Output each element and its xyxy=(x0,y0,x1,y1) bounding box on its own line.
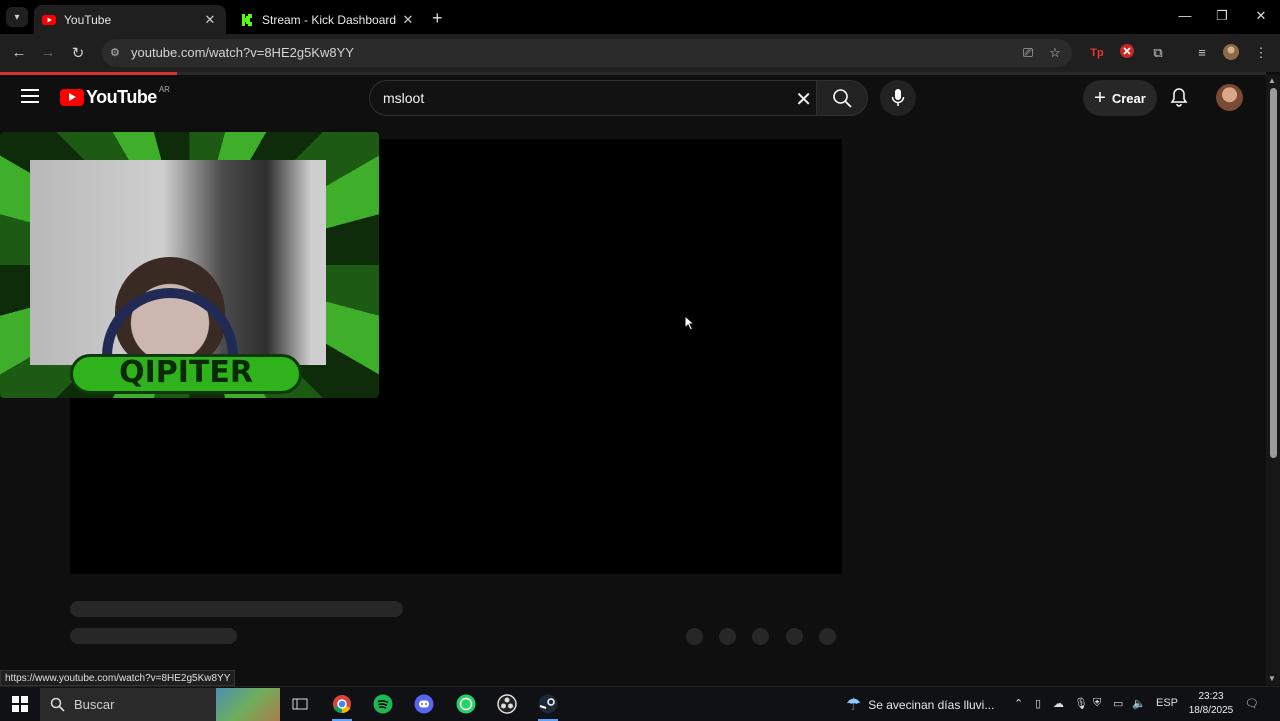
extension-block-icon[interactable] xyxy=(1118,44,1136,62)
windows-taskbar: Buscar ☂ Se avecinan días lluvi... ⌃ ▯ ☁… xyxy=(0,686,1280,721)
youtube-favicon-icon xyxy=(42,13,56,27)
profile-avatar-icon[interactable] xyxy=(1222,44,1240,62)
obs-taskbar-icon[interactable] xyxy=(494,692,520,716)
microphone-icon xyxy=(891,89,905,106)
scrollbar-thumb[interactable] xyxy=(1270,88,1277,458)
browser-toolbar: ← → ↻ ⚙ youtube.com/watch?v=8HE2g5Kw8YY … xyxy=(0,34,1280,72)
weather-widget[interactable]: ☂ Se avecinan días lluvi... xyxy=(846,695,994,715)
maximize-icon[interactable]: ❐ xyxy=(1212,8,1232,24)
logo-text: YouTube xyxy=(86,87,157,107)
task-view-icon[interactable] xyxy=(287,692,313,716)
account-avatar[interactable] xyxy=(1216,84,1243,111)
action-skeleton xyxy=(786,628,803,645)
tab-youtube[interactable]: YouTube ✕ xyxy=(34,5,226,34)
webcam-overlay: QIPITER xyxy=(0,132,379,398)
clock-date: 18/8/2025 xyxy=(1188,705,1234,716)
bookmark-star-icon[interactable]: ☆ xyxy=(1046,44,1064,62)
tab-kick-dashboard[interactable]: Stream - Kick Dashboard ✕ xyxy=(232,5,424,34)
create-label: Crear xyxy=(1111,90,1146,106)
kick-favicon-icon xyxy=(240,13,254,27)
reload-icon[interactable]: ↻ xyxy=(69,44,87,62)
youtube-header: YouTube AR msloot ✕ + Crear xyxy=(0,75,1266,120)
onedrive-icon[interactable]: ☁ xyxy=(1053,697,1064,710)
clear-search-icon[interactable]: ✕ xyxy=(795,87,812,112)
browser-tab-strip: ▾ YouTube ✕ Stream - Kick Dashboard ✕ + … xyxy=(0,0,1280,34)
search-highlight-image xyxy=(216,688,280,721)
device-tray-icon[interactable]: ▯ xyxy=(1035,697,1041,710)
extensions-puzzle-icon[interactable]: ⧉ xyxy=(1149,44,1167,62)
minimize-icon[interactable]: — xyxy=(1175,8,1195,23)
language-indicator[interactable]: ESP xyxy=(1156,697,1178,709)
tab-label: Stream - Kick Dashboard xyxy=(262,12,397,27)
create-button[interactable]: + Crear xyxy=(1083,80,1157,116)
steam-taskbar-icon[interactable] xyxy=(535,692,561,721)
network-icon[interactable]: ▭ xyxy=(1113,697,1123,710)
back-arrow-icon[interactable]: ← xyxy=(10,44,28,61)
extension-tp-icon[interactable]: Tp xyxy=(1088,44,1106,62)
address-bar[interactable]: ⚙ youtube.com/watch?v=8HE2g5Kw8YY xyxy=(102,39,1072,67)
new-tab-plus-icon[interactable]: + xyxy=(432,8,443,29)
media-control-icon[interactable]: ≡ xyxy=(1193,44,1211,62)
youtube-play-icon xyxy=(60,89,84,106)
tab-label: YouTube xyxy=(64,12,112,27)
country-code: AR xyxy=(158,85,170,94)
security-tray-icon[interactable]: ⛨ xyxy=(1093,697,1101,710)
volume-icon[interactable]: 🔈 xyxy=(1132,697,1146,710)
overlay-brand-text: QIPITER xyxy=(70,354,302,394)
mouse-cursor-icon xyxy=(684,315,696,331)
search-icon xyxy=(833,89,852,108)
status-bar-url: https://www.youtube.com/watch?v=8HE2g5Kw… xyxy=(0,670,236,686)
site-info-icon[interactable]: ⚙ xyxy=(110,46,120,59)
scroll-down-arrow-icon[interactable]: ▼ xyxy=(1268,674,1276,683)
youtube-logo[interactable]: YouTube AR xyxy=(60,85,170,108)
weather-text: Se avecinan días lluvi... xyxy=(868,698,995,712)
title-skeleton xyxy=(70,601,403,617)
close-tab-icon[interactable]: ✕ xyxy=(400,12,416,28)
action-skeleton xyxy=(819,628,836,645)
umbrella-icon: ☂ xyxy=(846,695,862,714)
search-query: msloot xyxy=(383,90,425,106)
scroll-up-arrow-icon[interactable]: ▲ xyxy=(1268,76,1276,85)
browser-menu-icon[interactable]: ⋮ xyxy=(1252,44,1270,62)
close-tab-icon[interactable]: ✕ xyxy=(202,12,218,28)
search-icon xyxy=(50,697,65,712)
action-skeleton xyxy=(686,628,703,645)
clock-time: 23:23 xyxy=(1198,691,1224,702)
plus-icon: + xyxy=(1094,86,1106,109)
discord-taskbar-icon[interactable] xyxy=(411,692,437,716)
voice-search-button[interactable] xyxy=(880,80,916,116)
clock[interactable]: 23:23 18/8/2025 xyxy=(1186,690,1236,718)
show-hidden-icons-chevron-icon[interactable]: ⌃ xyxy=(1014,697,1023,710)
whatsapp-taskbar-icon[interactable] xyxy=(453,692,479,716)
action-skeleton xyxy=(719,628,736,645)
search-input[interactable]: msloot ✕ xyxy=(369,80,821,116)
microphone-tray-icon[interactable]: 🎙 xyxy=(1074,697,1088,710)
close-window-icon[interactable]: ✕ xyxy=(1251,8,1271,24)
notifications-icon[interactable]: 🗨 xyxy=(1245,697,1259,710)
webcam-feed xyxy=(30,160,326,368)
notifications-bell-icon[interactable] xyxy=(1170,87,1188,112)
search-button[interactable] xyxy=(816,80,868,116)
windows-start-icon[interactable] xyxy=(7,692,33,716)
taskbar-search[interactable]: Buscar xyxy=(40,688,280,721)
spotify-taskbar-icon[interactable] xyxy=(370,692,396,716)
action-skeleton xyxy=(752,628,769,645)
taskbar-search-placeholder: Buscar xyxy=(74,697,115,712)
chrome-taskbar-icon[interactable] xyxy=(329,692,355,721)
install-app-icon[interactable]: ⎚ xyxy=(1019,44,1037,62)
guide-menu-icon[interactable] xyxy=(21,89,39,103)
forward-arrow-icon[interactable]: → xyxy=(39,44,57,61)
channel-skeleton xyxy=(70,628,237,644)
tab-search-button[interactable]: ▾ xyxy=(6,7,28,27)
url-text: youtube.com/watch?v=8HE2g5Kw8YY xyxy=(131,45,354,60)
